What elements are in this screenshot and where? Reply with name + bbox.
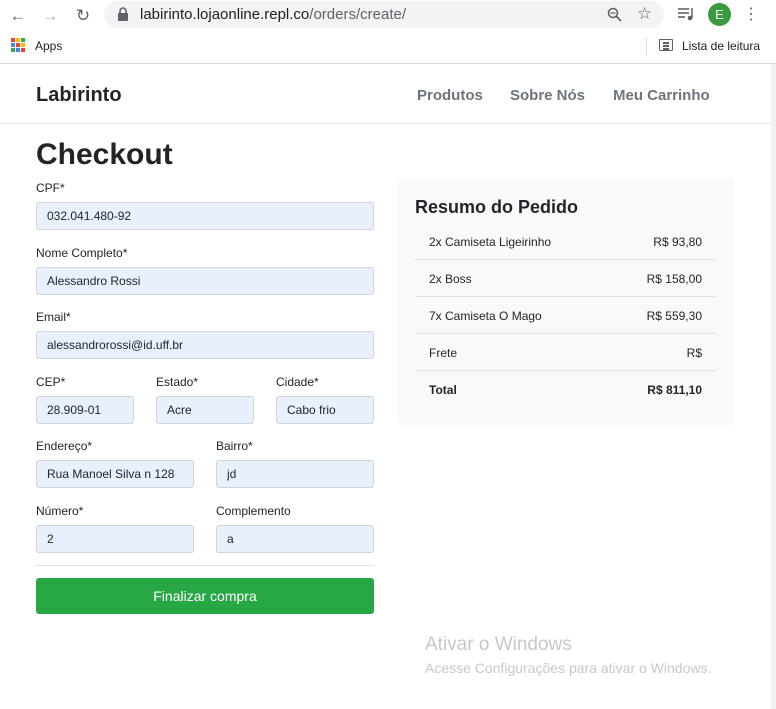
bairro-label: Bairro* [216,439,253,453]
summary-price: R$ 158,00 [646,272,702,286]
windows-activation-subtitle: Acesse Configurações para ativar o Windo… [425,660,712,676]
media-control-icon[interactable] [678,7,695,22]
summary-item: 2x Camiseta Ligeirinho [429,235,552,249]
summary-row: 2x Boss R$ 158,00 [415,260,716,297]
complemento-field[interactable] [216,525,374,553]
url-host: labirinto.lojaonline.repl.co [140,6,310,23]
nome-field[interactable] [36,267,374,295]
avatar[interactable]: E [708,3,731,26]
url-text[interactable]: labirinto.lojaonline.repl.co/orders/crea… [140,6,406,23]
total-label: Total [429,383,457,397]
summary-price: R$ 93,80 [653,235,702,249]
endereco-field[interactable] [36,460,194,488]
cidade-field[interactable] [276,396,374,424]
cpf-label: CPF* [36,181,65,195]
nav-link-meu-carrinho[interactable]: Meu Carrinho [613,87,710,104]
reload-icon[interactable]: ↻ [72,4,94,26]
endereco-label: Endereço* [36,439,93,453]
kebab-menu-icon[interactable]: ⋮ [740,4,762,26]
nome-label: Nome Completo* [36,246,128,260]
profile-initial: E [715,7,724,22]
windows-activation-title: Ativar o Windows [425,634,572,655]
nav-link-sobre-nos[interactable]: Sobre Nós [510,87,585,104]
cpf-field[interactable] [36,202,374,230]
estado-label: Estado* [156,375,199,389]
url-path: /orders/create/ [309,6,406,23]
page-scrollbar[interactable] [771,64,776,709]
summary-table: 2x Camiseta Ligeirinho R$ 93,80 2x Boss … [415,223,716,408]
zoom-icon[interactable] [607,7,622,22]
form-divider [36,565,374,566]
apps-bookmark[interactable]: Apps [35,39,62,53]
numero-field[interactable] [36,525,194,553]
summary-title: Resumo do Pedido [415,197,579,217]
reading-list-icon[interactable] [659,39,673,51]
finalizar-compra-button[interactable]: Finalizar compra [36,578,374,614]
summary-total-row: Total R$ 811,10 [415,371,716,408]
cidade-label: Cidade* [276,375,319,389]
bookmarks-bar: Apps Lista de leitura [0,30,776,64]
complemento-label: Complemento [216,504,291,518]
address-bar[interactable]: labirinto.lojaonline.repl.co/orders/crea… [104,1,664,28]
summary-item: Frete [429,346,458,360]
summary-row: 7x Camiseta O Mago R$ 559,30 [415,297,716,334]
bairro-field[interactable] [216,460,374,488]
summary-item: 2x Boss [429,272,472,286]
forward-arrow-icon[interactable]: → [39,4,61,26]
estado-field[interactable] [156,396,254,424]
summary-row: Frete R$ [415,334,716,371]
summary-item: 7x Camiseta O Mago [429,309,542,323]
numero-label: Número* [36,504,84,518]
page-title: Checkout [36,138,173,171]
brand-logo[interactable]: Labirinto [36,84,122,107]
site-navbar: Labirinto Produtos Sobre Nós Meu Carrinh… [0,64,771,124]
summary-row: 2x Camiseta Ligeirinho R$ 93,80 [415,223,716,260]
star-icon[interactable]: ☆ [637,4,652,24]
bookmark-divider [646,38,647,56]
reading-list-button[interactable]: Lista de leitura [682,39,760,53]
order-summary-panel: Resumo do Pedido 2x Camiseta Ligeirinho … [397,179,734,425]
nav-link-produtos[interactable]: Produtos [417,87,483,104]
summary-price: R$ 559,30 [646,309,702,323]
apps-grid-icon[interactable] [11,38,25,52]
back-arrow-icon[interactable]: ← [7,4,29,26]
total-value: R$ 811,10 [647,383,702,397]
email-label: Email* [36,310,71,324]
browser-toolbar: ← → ↻ labirinto.lojaonline.repl.co/order… [0,0,776,30]
cep-field[interactable] [36,396,134,424]
summary-price: R$ [686,346,702,360]
email-field[interactable] [36,331,374,359]
lock-icon[interactable] [116,7,130,22]
cep-label: CEP* [36,375,66,389]
